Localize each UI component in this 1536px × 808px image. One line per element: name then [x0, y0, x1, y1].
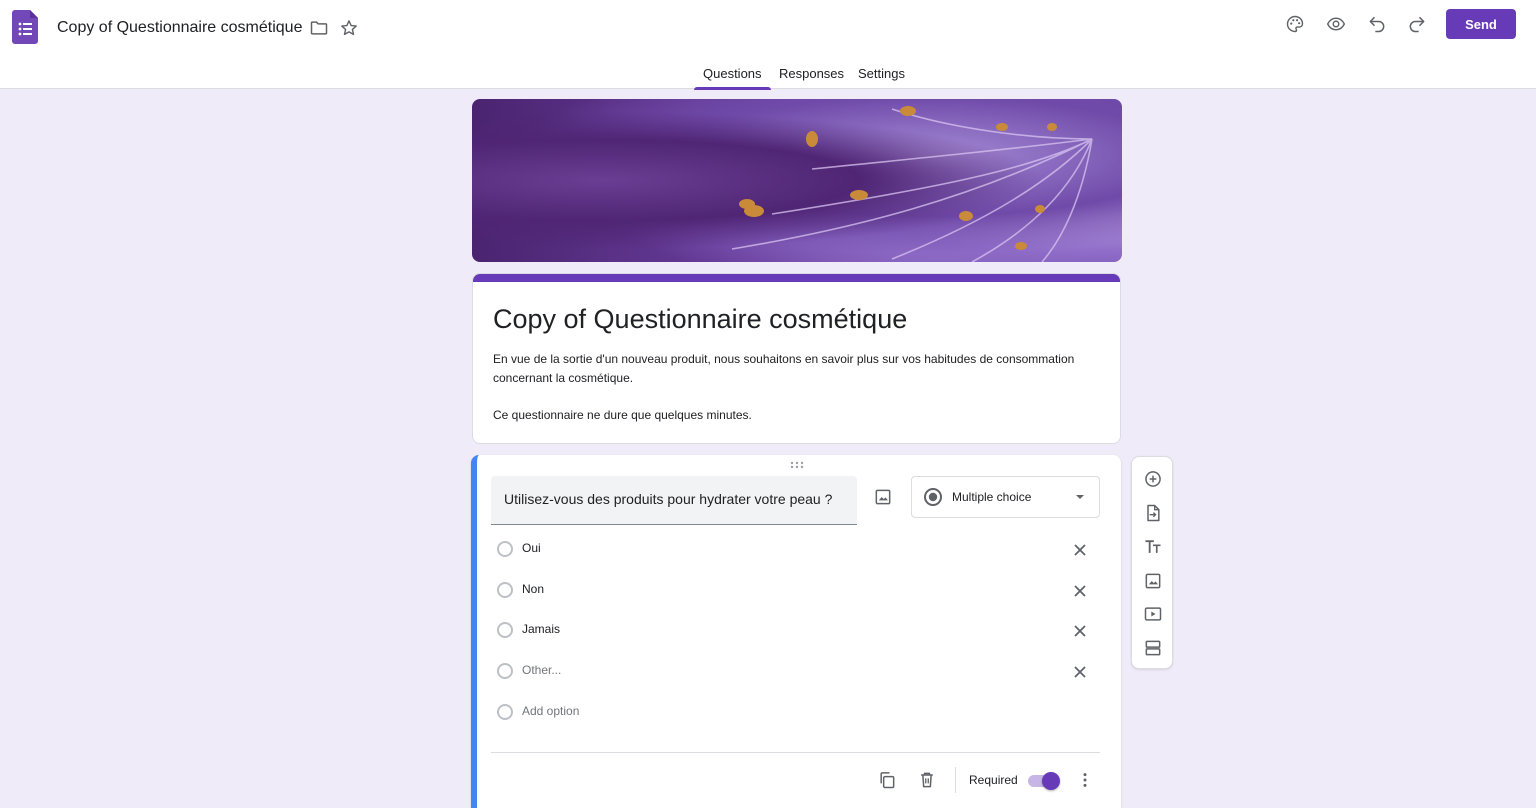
option-row[interactable]: Jamais: [491, 616, 1103, 644]
duplicate-icon[interactable]: [873, 766, 901, 794]
radio-button-icon: [924, 488, 942, 506]
add-video-icon[interactable]: [1139, 600, 1167, 628]
folder-icon[interactable]: [305, 14, 333, 42]
radio-circle-icon: [497, 663, 513, 679]
option-label[interactable]: Oui: [522, 541, 541, 555]
add-option-row[interactable]: Add option: [491, 698, 1103, 726]
import-questions-icon[interactable]: [1139, 499, 1167, 527]
option-row[interactable]: Oui: [491, 535, 1103, 563]
add-question-icon[interactable]: [1139, 465, 1167, 493]
send-button[interactable]: Send: [1446, 9, 1516, 39]
document-title[interactable]: Copy of Questionnaire cosmétique: [57, 18, 302, 38]
add-title-icon[interactable]: [1139, 533, 1167, 561]
undo-icon[interactable]: [1363, 10, 1391, 38]
tab-responses[interactable]: Responses: [779, 66, 844, 89]
palette-icon[interactable]: [1281, 10, 1309, 38]
app-header: Copy of Questionnaire cosmétique Send Qu…: [0, 0, 1536, 90]
form-title[interactable]: Copy of Questionnaire cosmétique: [493, 302, 907, 336]
add-option-link[interactable]: Add option: [522, 704, 579, 718]
close-icon[interactable]: [1069, 580, 1091, 602]
delete-icon[interactable]: [913, 766, 941, 794]
flower-illustration: [731, 106, 1093, 262]
close-icon[interactable]: [1069, 661, 1091, 683]
header-banner-image: [472, 99, 1122, 262]
forms-logo-icon[interactable]: [12, 10, 38, 44]
chevron-down-icon: [1076, 495, 1084, 499]
tab-questions[interactable]: Questions: [694, 66, 771, 90]
question-card[interactable]: Utilisez-vous des produits pour hydrater…: [471, 455, 1121, 808]
close-icon[interactable]: [1069, 620, 1091, 642]
required-toggle[interactable]: [1028, 772, 1060, 790]
other-option-label: Other...: [522, 663, 562, 677]
preview-eye-icon[interactable]: [1322, 10, 1350, 38]
tab-bar: Questions Responses Settings: [0, 62, 1536, 90]
form-description[interactable]: En vue de la sortie d'un nouveau produit…: [493, 350, 1103, 443]
add-image-icon[interactable]: [1139, 567, 1167, 595]
footer-separator: [955, 767, 956, 793]
radio-circle-icon: [497, 622, 513, 638]
tab-settings[interactable]: Settings: [858, 66, 905, 89]
radio-circle-icon: [497, 582, 513, 598]
more-options-icon[interactable]: [1071, 766, 1099, 794]
radio-circle-icon: [497, 541, 513, 557]
floating-toolbar: [1131, 456, 1173, 669]
close-icon[interactable]: [1069, 539, 1091, 561]
form-title-card[interactable]: Copy of Questionnaire cosmétique En vue …: [472, 273, 1121, 444]
add-section-icon[interactable]: [1139, 634, 1167, 662]
question-type-label: Multiple choice: [952, 490, 1032, 504]
card-divider: [491, 752, 1100, 753]
radio-circle-icon: [497, 704, 513, 720]
form-description-line: Ce questionnaire ne dure que quelques mi…: [493, 408, 752, 422]
add-image-icon[interactable]: [869, 483, 897, 511]
option-label[interactable]: Non: [522, 582, 544, 596]
accent-bar: [473, 274, 1120, 282]
form-description-line: En vue de la sortie d'un nouveau produit…: [493, 352, 1075, 385]
other-option-row[interactable]: Other...: [491, 657, 1103, 685]
required-label: Required: [969, 773, 1018, 787]
star-icon[interactable]: [335, 14, 363, 42]
question-title-input[interactable]: Utilisez-vous des produits pour hydrater…: [491, 476, 857, 525]
redo-icon[interactable]: [1403, 10, 1431, 38]
option-label[interactable]: Jamais: [522, 622, 560, 636]
option-row[interactable]: Non: [491, 576, 1103, 604]
toggle-thumb: [1042, 772, 1060, 790]
drag-handle-icon[interactable]: [790, 461, 804, 469]
question-type-dropdown[interactable]: Multiple choice: [911, 476, 1100, 518]
